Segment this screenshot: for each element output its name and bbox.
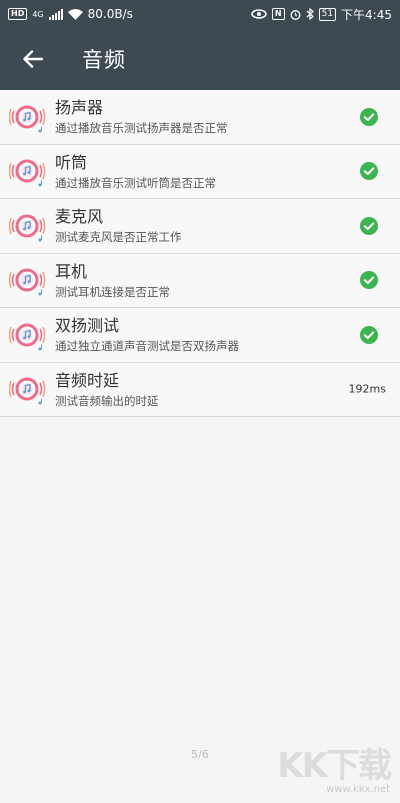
item-title: 双扬测试: [55, 316, 120, 336]
bluetooth-icon: [306, 8, 314, 20]
app-bar: 音频: [0, 28, 400, 90]
item-text: 麦克风 测试麦克风是否正常工作: [55, 207, 400, 244]
network-speed: 80.0B/s: [87, 7, 133, 21]
list-item[interactable]: 麦克风 测试麦克风是否正常工作: [0, 199, 400, 254]
watermark: KK下载 www.kkx.net: [277, 746, 392, 795]
status-left: HD 4G 80.0B/s: [8, 7, 133, 21]
speaker-music-icon: [9, 268, 45, 296]
nfc-icon: N: [271, 8, 285, 20]
item-text: 耳机 测试耳机连接是否正常: [55, 262, 400, 299]
list-item[interactable]: 耳机 测试耳机连接是否正常: [0, 253, 400, 308]
wifi-icon: [67, 8, 83, 20]
arrow-left-icon: [23, 50, 43, 68]
page-title: 音频: [82, 48, 126, 72]
watermark-logo: KK下载: [277, 746, 392, 786]
status-value: 192ms: [348, 382, 386, 396]
check-circle-icon: [360, 325, 378, 344]
item-title: 扬声器: [55, 98, 104, 118]
speaker-music-icon: [9, 159, 45, 187]
status-bar: HD 4G 80.0B/s N 51 下午4:45: [0, 0, 400, 28]
item-subtitle: 通过独立通道声音测试是否双扬声器: [55, 339, 239, 354]
check-circle-icon: [360, 216, 378, 235]
speaker-music-icon: [9, 105, 45, 133]
status-passed: [360, 271, 378, 290]
check-circle-icon: [360, 271, 378, 290]
status-passed: [360, 107, 378, 126]
item-text: 听筒 通过播放音乐测试听筒是否正常: [55, 153, 400, 190]
item-subtitle: 测试音频输出的时延: [55, 393, 159, 408]
item-title: 耳机: [55, 261, 88, 281]
check-circle-icon: [360, 107, 378, 126]
list-item[interactable]: 扬声器 通过播放音乐测试扬声器是否正常: [0, 90, 400, 145]
status-passed: [360, 325, 378, 344]
item-subtitle: 测试麦克风是否正常工作: [55, 230, 182, 245]
item-subtitle: 通过播放音乐测试扬声器是否正常: [55, 121, 228, 136]
check-circle-icon: [360, 162, 378, 181]
battery-icon: 51: [318, 7, 337, 21]
item-subtitle: 通过播放音乐测试听筒是否正常: [55, 175, 216, 190]
status-passed: [360, 162, 378, 181]
back-button[interactable]: [18, 44, 48, 74]
status-right: N 51 下午4:45: [251, 6, 392, 23]
speaker-music-icon: [9, 214, 45, 242]
item-title: 听筒: [55, 152, 88, 172]
network-type: 4G: [32, 9, 44, 19]
clock-time: 下午4:45: [341, 7, 392, 22]
item-title: 麦克风: [55, 207, 104, 227]
item-text: 双扬测试 通过独立通道声音测试是否双扬声器: [55, 316, 400, 353]
status-passed: [360, 216, 378, 235]
alarm-icon: [290, 9, 301, 20]
speaker-music-icon: [9, 377, 45, 405]
signal-icon: [48, 8, 63, 20]
item-text: 扬声器 通过播放音乐测试扬声器是否正常: [55, 98, 400, 135]
speaker-music-icon: [9, 323, 45, 351]
item-subtitle: 测试耳机连接是否正常: [55, 284, 170, 299]
test-list: 扬声器 通过播放音乐测试扬声器是否正常 听筒 通过播放音乐测试听筒是否正常 麦克…: [0, 90, 400, 417]
list-item[interactable]: 听筒 通过播放音乐测试听筒是否正常: [0, 144, 400, 199]
list-item[interactable]: 音频时延 测试音频输出的时延 192ms: [0, 362, 400, 417]
eye-icon: [251, 9, 267, 19]
hd-badge: HD: [8, 8, 28, 20]
list-item[interactable]: 双扬测试 通过独立通道声音测试是否双扬声器: [0, 308, 400, 363]
